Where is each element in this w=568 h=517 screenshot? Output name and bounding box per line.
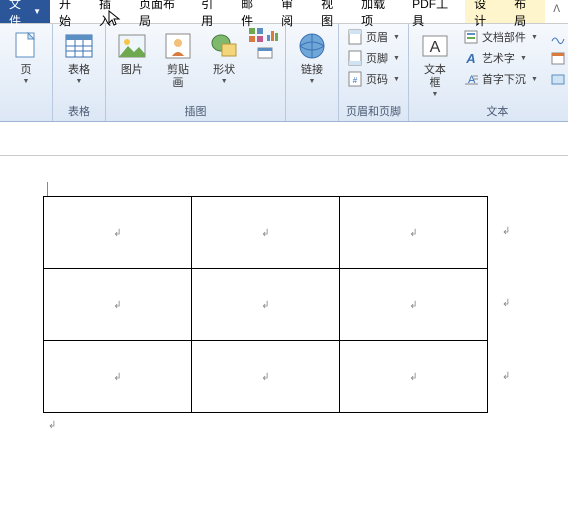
textbox-icon: A bbox=[419, 30, 451, 62]
table-cell[interactable]: ↲ bbox=[44, 269, 192, 341]
svg-text:A: A bbox=[430, 39, 441, 56]
document-table[interactable]: ↲ ↲ ↲ ↲ ↲ ↲ ↲ ↲ ↲ bbox=[43, 196, 488, 413]
link-button[interactable]: 链接 ▼ bbox=[290, 27, 334, 88]
ruler bbox=[0, 122, 568, 156]
dropdown-icon: ▼ bbox=[431, 91, 438, 98]
footer-button[interactable]: 页脚▼ bbox=[343, 48, 404, 68]
table-cell[interactable]: ↲ bbox=[192, 341, 340, 413]
group-label: 页眉和页脚 bbox=[343, 102, 404, 120]
wordart-icon: A bbox=[463, 50, 479, 66]
menu-view[interactable]: 视图 bbox=[312, 0, 352, 23]
group-header-footer: 页眉▼ 页脚▼ # 页码▼ 页眉和页脚 bbox=[339, 24, 409, 121]
signature-button[interactable]: ▼ bbox=[546, 27, 568, 47]
page-icon bbox=[10, 30, 42, 62]
menu-review[interactable]: 审阅 bbox=[272, 0, 312, 23]
svg-text:A: A bbox=[465, 51, 475, 66]
screenshot-icon[interactable] bbox=[257, 45, 273, 61]
group-label: 文本 bbox=[413, 102, 568, 120]
group-label bbox=[4, 118, 48, 120]
paragraph-mark-icon: ↲ bbox=[113, 228, 121, 239]
wordart-button[interactable]: A 艺术字▼ bbox=[459, 48, 542, 68]
group-label: 表格 bbox=[57, 102, 101, 120]
menu-addins[interactable]: 加载项 bbox=[352, 0, 403, 23]
paragraph-mark-icon: ↲ bbox=[261, 228, 269, 239]
menu-layout[interactable]: 布局 bbox=[505, 0, 545, 23]
table-cell[interactable]: ↲ bbox=[340, 197, 488, 269]
dropdown-icon: ▼ bbox=[76, 78, 83, 85]
table-row[interactable]: ↲ ↲ ↲ bbox=[44, 197, 488, 269]
shapes-button[interactable]: 形状 ▼ bbox=[202, 27, 246, 88]
group-label bbox=[290, 118, 334, 120]
datetime-icon bbox=[550, 50, 566, 66]
table-button[interactable]: 表格 ▼ bbox=[57, 27, 101, 88]
table-row[interactable]: ↲ ↲ ↲ bbox=[44, 269, 488, 341]
group-illustrations: 图片 剪贴画 形状 ▼ 插图 bbox=[106, 24, 286, 121]
page-number-icon: # bbox=[347, 71, 363, 87]
menu-bar: 文件▼ 开始 插入 页面布局 引用 邮件 审阅 视图 加载项 PDF工具 设计 … bbox=[0, 0, 568, 24]
table-cell[interactable]: ↲ bbox=[192, 197, 340, 269]
menu-file[interactable]: 文件▼ bbox=[0, 0, 50, 23]
textbox-button[interactable]: A 文本框 ▼ bbox=[413, 27, 457, 101]
clipart-icon bbox=[162, 30, 194, 62]
table-cell[interactable]: ↲ bbox=[44, 341, 192, 413]
dropdown-icon: ▼ bbox=[309, 78, 316, 85]
table-cell[interactable]: ↲ bbox=[44, 197, 192, 269]
header-button[interactable]: 页眉▼ bbox=[343, 27, 404, 47]
table-cell[interactable]: ↲ bbox=[340, 269, 488, 341]
ribbon: 页 ▼ 表格 ▼ 表格 图片 剪贴画 bbox=[0, 24, 568, 122]
text-cursor bbox=[47, 182, 48, 196]
row-end-mark-icon: ↲ bbox=[502, 298, 510, 309]
table-cell[interactable]: ↲ bbox=[340, 341, 488, 413]
svg-text:#: # bbox=[353, 76, 358, 85]
paragraph-mark-icon: ↲ bbox=[261, 372, 269, 383]
paragraph-mark-icon: ↲ bbox=[261, 300, 269, 311]
group-links: 链接 ▼ bbox=[286, 24, 339, 121]
signature-icon bbox=[550, 29, 566, 45]
group-text: A 文本框 ▼ 文档部件▼ A 艺术字▼ A 首字下沉▼ ▼ bbox=[409, 24, 568, 121]
object-button[interactable]: ▼ bbox=[546, 69, 568, 89]
dropdown-icon: ▼ bbox=[23, 78, 30, 85]
document-canvas[interactable]: ↲ ↲ ↲ ↲ ↲ ↲ ↲ ↲ ↲ ↲ ↲ ↲ ↲ bbox=[0, 156, 568, 413]
menu-home[interactable]: 开始 bbox=[50, 0, 90, 23]
row-end-mark-icon: ↲ bbox=[502, 226, 510, 237]
ribbon-collapse-icon[interactable]: ᐱ bbox=[545, 0, 568, 23]
paragraph-mark-icon: ↲ bbox=[409, 372, 417, 383]
paragraph-mark-icon: ↲ bbox=[113, 372, 121, 383]
group-tables: 表格 ▼ 表格 bbox=[53, 24, 106, 121]
paragraph-mark-icon: ↲ bbox=[48, 420, 56, 431]
chart-icon[interactable] bbox=[265, 27, 281, 43]
dropcap-icon: A bbox=[463, 71, 479, 87]
group-label: 插图 bbox=[110, 102, 281, 120]
datetime-button[interactable] bbox=[546, 48, 568, 68]
page-button[interactable]: 页 ▼ bbox=[4, 27, 48, 88]
picture-button[interactable]: 图片 bbox=[110, 27, 154, 80]
row-end-mark-icon: ↲ bbox=[502, 371, 510, 382]
picture-icon bbox=[116, 30, 148, 62]
table-cell[interactable]: ↲ bbox=[192, 269, 340, 341]
page-number-button[interactable]: # 页码▼ bbox=[343, 69, 404, 89]
clipart-button[interactable]: 剪贴画 bbox=[156, 27, 201, 93]
paragraph-mark-icon: ↲ bbox=[113, 300, 121, 311]
quick-parts-icon bbox=[463, 29, 479, 45]
menu-design[interactable]: 设计 bbox=[465, 0, 505, 23]
link-icon bbox=[296, 30, 328, 62]
menu-insert[interactable]: 插入 bbox=[90, 0, 130, 23]
menu-mail[interactable]: 邮件 bbox=[232, 0, 272, 23]
object-icon bbox=[550, 71, 566, 87]
menu-page-layout[interactable]: 页面布局 bbox=[130, 0, 192, 23]
menu-pdf[interactable]: PDF工具 bbox=[403, 0, 465, 23]
menu-references[interactable]: 引用 bbox=[192, 0, 232, 23]
paragraph-mark-icon: ↲ bbox=[409, 228, 417, 239]
table-row[interactable]: ↲ ↲ ↲ bbox=[44, 341, 488, 413]
smartart-icon[interactable] bbox=[248, 27, 264, 43]
header-icon bbox=[347, 29, 363, 45]
dropdown-icon: ▼ bbox=[221, 78, 228, 85]
paragraph-mark-icon: ↲ bbox=[409, 300, 417, 311]
dropcap-button[interactable]: A 首字下沉▼ bbox=[459, 69, 542, 89]
table-icon bbox=[63, 30, 95, 62]
footer-icon bbox=[347, 50, 363, 66]
quick-parts-button[interactable]: 文档部件▼ bbox=[459, 27, 542, 47]
shapes-icon bbox=[208, 30, 240, 62]
group-pages: 页 ▼ bbox=[0, 24, 53, 121]
